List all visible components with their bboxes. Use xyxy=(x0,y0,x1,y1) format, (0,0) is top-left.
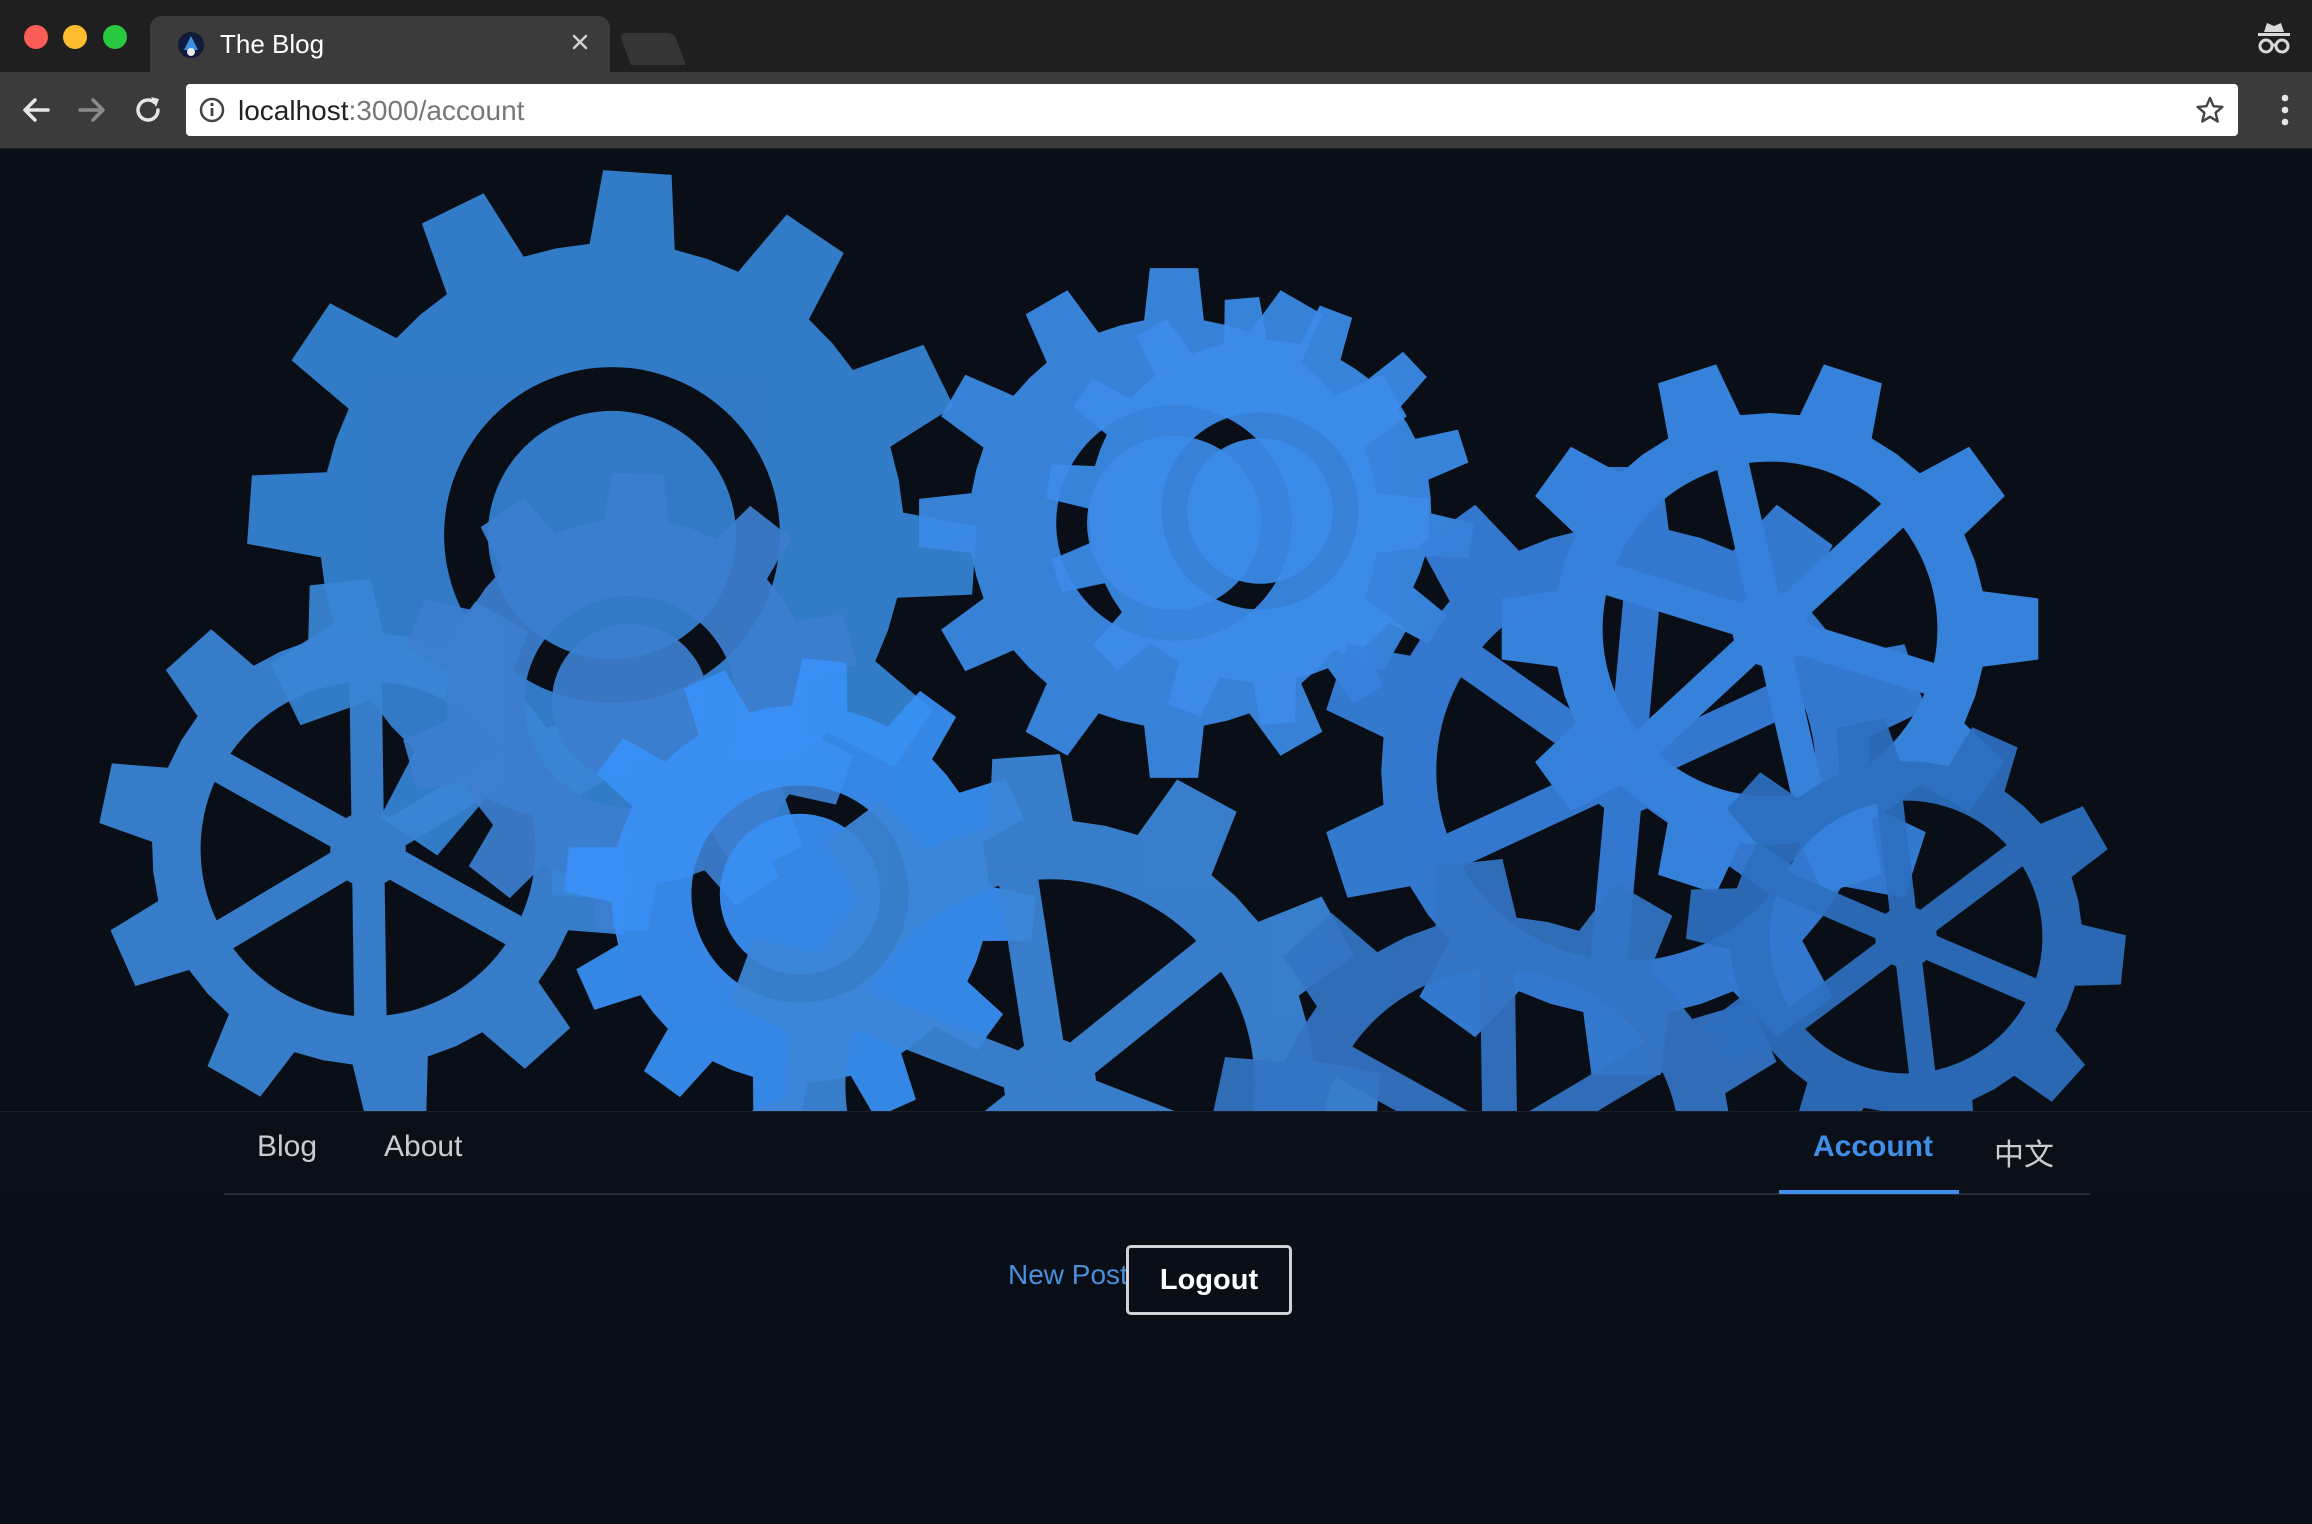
tab-title: The Blog xyxy=(220,29,325,59)
hero-gears-banner xyxy=(99,170,2126,1111)
browser-titlebar: The Blog xyxy=(0,0,2312,73)
logout-button[interactable]: Logout xyxy=(1126,1245,1292,1315)
url-host: localhost xyxy=(238,95,349,126)
page-content: Blog About Account 中文 New Post Logout xyxy=(0,149,2312,1524)
back-arrow-icon[interactable] xyxy=(18,92,54,128)
window-close-button[interactable] xyxy=(24,25,48,49)
nav-link-account[interactable]: Account xyxy=(1813,1130,1933,1164)
new-post-link[interactable]: New Post xyxy=(1008,1259,1128,1291)
account-actions: New Post Logout xyxy=(0,1245,2312,1317)
nav-link-blog[interactable]: Blog xyxy=(257,1130,317,1164)
tab-close-icon[interactable] xyxy=(566,28,594,56)
navbar-inner: Blog About Account 中文 xyxy=(224,1112,2090,1195)
bookmark-star-icon[interactable] xyxy=(2194,94,2226,126)
site-info-icon[interactable] xyxy=(198,96,226,124)
url-text: localhost:3000/account xyxy=(238,95,524,127)
nav-link-about[interactable]: About xyxy=(384,1130,462,1164)
site-navbar: Blog About Account 中文 xyxy=(0,1111,2312,1195)
active-tab-indicator xyxy=(1779,1190,1959,1194)
url-path: :3000/account xyxy=(348,95,525,126)
reload-icon[interactable] xyxy=(130,92,166,128)
window-minimize-button[interactable] xyxy=(63,25,87,49)
address-bar[interactable]: localhost:3000/account xyxy=(186,84,2238,136)
browser-menu-icon[interactable] xyxy=(2278,92,2292,128)
favicon-icon xyxy=(178,32,204,58)
new-tab-button[interactable] xyxy=(619,33,686,65)
nav-link-language[interactable]: 中文 xyxy=(1994,1130,2054,1174)
forward-arrow-icon[interactable] xyxy=(74,92,110,128)
gear-icon xyxy=(1686,718,2126,1111)
browser-tab-active[interactable]: The Blog xyxy=(150,16,610,72)
browser-toolbar: localhost:3000/account xyxy=(0,72,2312,149)
incognito-icon xyxy=(2258,23,2290,54)
window-maximize-button[interactable] xyxy=(103,25,127,49)
